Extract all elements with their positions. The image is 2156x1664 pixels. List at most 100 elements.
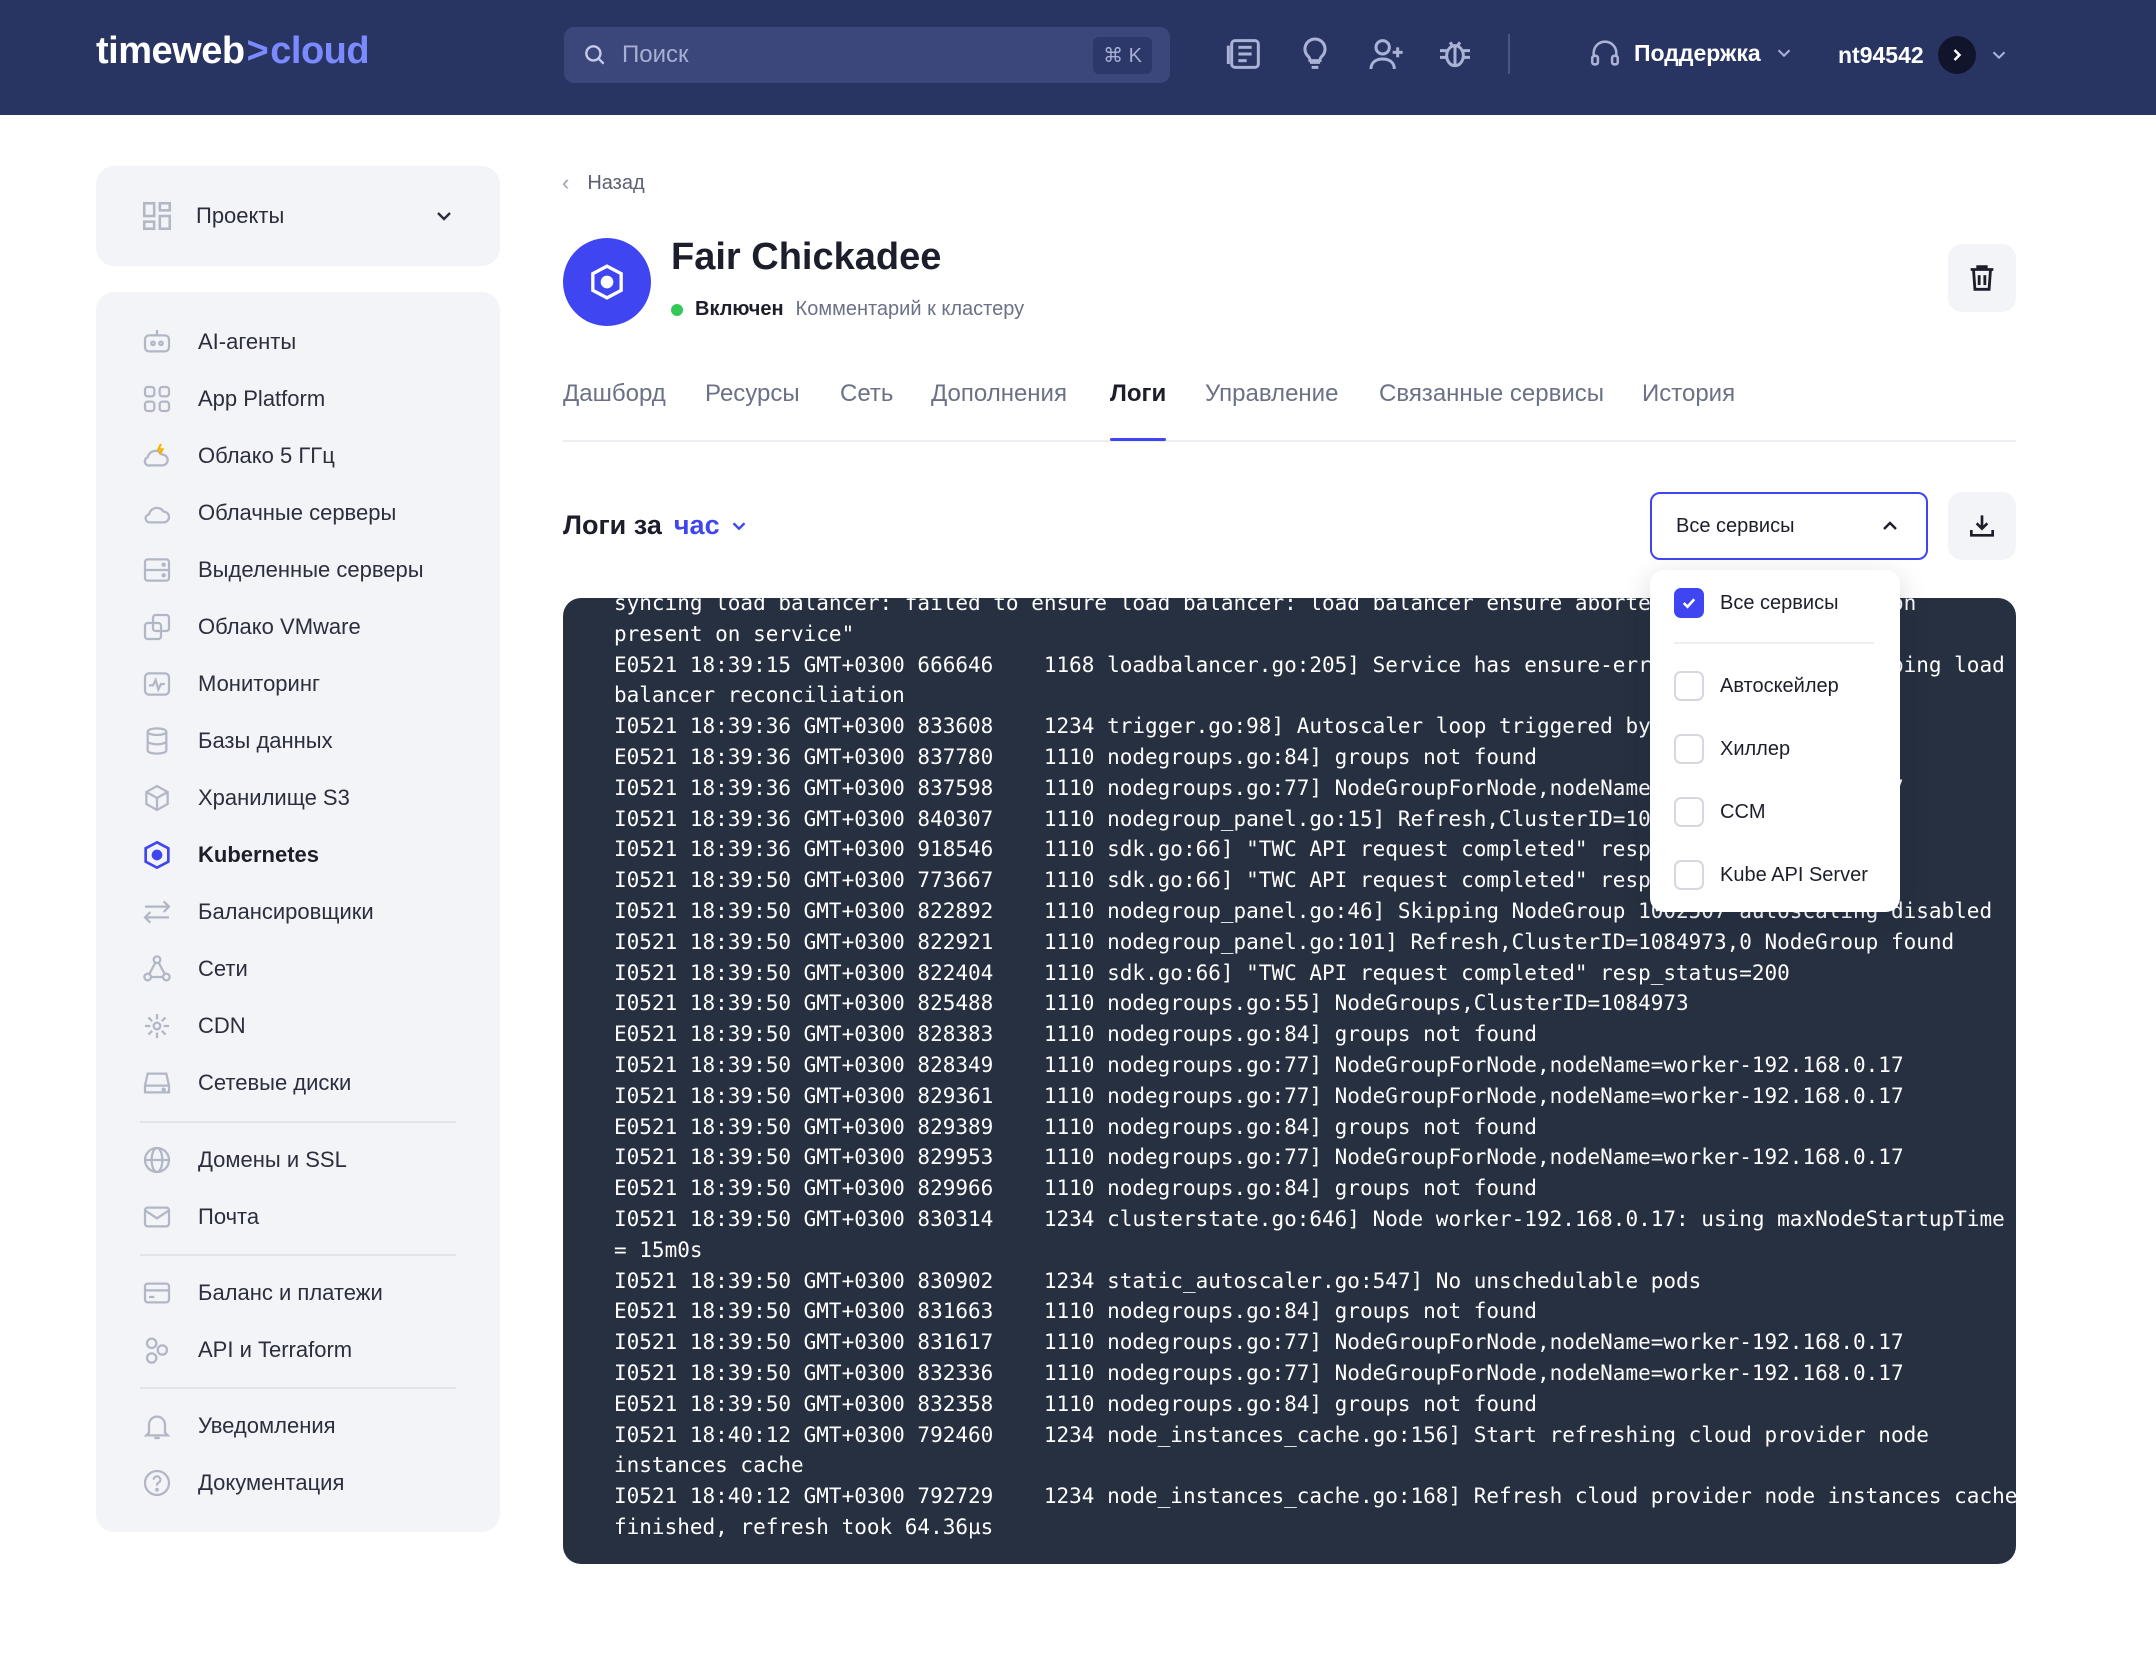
search-icon [585, 45, 605, 65]
active-tab-indicator [1110, 438, 1166, 441]
tab-management[interactable]: Управление [1205, 380, 1338, 408]
sidebar-item-docs[interactable]: Документация [140, 1463, 344, 1503]
sidebar-item-label: Облако VMware [198, 614, 361, 639]
sidebar-item-networks[interactable]: Сети [140, 949, 248, 989]
sidebar-item-domains-ssl[interactable]: Домены и SSL [140, 1140, 347, 1180]
sidebar-item-databases[interactable]: Базы данных [140, 721, 333, 761]
log-line: I0521 18:39:50 GMT+0300 832336 1110 node… [614, 1360, 1904, 1385]
sidebar-item-balancers[interactable]: Балансировщики [140, 892, 374, 932]
log-line: E0521 18:39:50 GMT+0300 829389 1110 node… [614, 1114, 1537, 1139]
help-icon [140, 1466, 174, 1500]
option-healer[interactable]: Хиллер [1674, 734, 1790, 764]
sidebar-item-label: Kubernetes [198, 842, 320, 867]
service-filter-dropdown: Все сервисы Автоскейлер Хиллер CCM Kube … [1650, 570, 1900, 912]
period-selector[interactable]: час [674, 510, 720, 541]
sidebar-item-label: Почта [198, 1204, 260, 1229]
option-label: CCM [1720, 800, 1766, 823]
support-menu[interactable]: Поддержка [1588, 36, 1795, 70]
sidebar-item-kubernetes[interactable]: Kubernetes [140, 835, 319, 875]
sidebar-item-cloud-5ghz[interactable]: Облако 5 ГГц [140, 436, 335, 476]
sidebar-item-label: Хранилище S3 [198, 785, 350, 810]
disk-icon [140, 1066, 174, 1100]
logo-separator: > [246, 30, 269, 72]
bug-icon[interactable] [1435, 34, 1475, 74]
cloud-icon [140, 496, 174, 530]
api-icon [140, 1333, 174, 1367]
sidebar-item-label: Балансировщики [198, 899, 374, 924]
sidebar-item-label: Выделенные серверы [198, 557, 424, 582]
chevron-right-icon [1953, 49, 1961, 61]
sidebar-item-label: API и Terraform [198, 1337, 353, 1362]
trash-icon [1970, 265, 1994, 291]
checkbox-checked-icon [1674, 588, 1704, 618]
tab-related-services[interactable]: Связанные сервисы [1379, 380, 1604, 408]
checkbox-icon [1674, 860, 1704, 890]
sidebar-item-cloud-servers[interactable]: Облачные серверы [140, 493, 396, 533]
sidebar-item-monitoring[interactable]: Мониторинг [140, 664, 320, 704]
sidebar-nav: AI-агенты App Platform Облако 5 ГГц Обла… [96, 292, 500, 1532]
tab-addons[interactable]: Дополнения [931, 380, 1067, 408]
page-title: Fair Chickadee [671, 236, 942, 278]
tab-resources[interactable]: Ресурсы [705, 380, 800, 408]
option-all-services[interactable]: Все сервисы [1674, 588, 1838, 618]
sidebar-item-dedicated-servers[interactable]: Выделенные серверы [140, 550, 424, 590]
kubernetes-icon [591, 264, 623, 300]
sidebar-item-label: Домены и SSL [198, 1147, 347, 1172]
news-icon[interactable] [1225, 34, 1265, 74]
back-link[interactable]: ‹ Назад [562, 170, 645, 196]
projects-selector[interactable]: Проекты [96, 166, 500, 266]
status-dot [671, 303, 683, 316]
sidebar-item-label: CDN [198, 1013, 246, 1038]
add-user-icon[interactable] [1366, 34, 1406, 74]
toolbar-separator [1508, 34, 1510, 74]
sidebar-item-mail[interactable]: Почта [140, 1197, 259, 1237]
option-ccm[interactable]: CCM [1674, 797, 1766, 827]
sidebar-item-billing[interactable]: Баланс и платежи [140, 1273, 383, 1313]
cluster-status: Включен Комментарий к кластеру [671, 298, 1024, 321]
logo[interactable]: timeweb>cloud [96, 30, 370, 73]
checkbox-icon [1674, 671, 1704, 701]
cluster-comment-link[interactable]: Комментарий к кластеру [796, 298, 1025, 321]
sidebar-item-app-platform[interactable]: App Platform [140, 379, 325, 419]
sidebar-item-notifications[interactable]: Уведомления [140, 1406, 336, 1446]
log-line: finished, refresh took 64.36µs [614, 1514, 994, 1539]
sidebar-item-label: Мониторинг [198, 671, 321, 696]
tab-logs[interactable]: Логи [1110, 380, 1166, 408]
sidebar-item-s3-storage[interactable]: Хранилище S3 [140, 778, 350, 818]
database-icon [140, 724, 174, 758]
delete-cluster-button[interactable] [1948, 244, 2016, 312]
option-label: Автоскейлер [1720, 674, 1839, 697]
option-autoscaler[interactable]: Автоскейлер [1674, 671, 1839, 701]
grid-icon [142, 201, 172, 231]
log-line: E0521 18:39:50 GMT+0300 828383 1110 node… [614, 1022, 1537, 1047]
search-input[interactable]: Поиск ⌘ K [564, 27, 1170, 83]
log-line: I0521 18:39:50 GMT+0300 822921 1110 node… [614, 929, 1955, 954]
vmware-icon [140, 610, 174, 644]
balancer-arrows-icon [140, 895, 174, 929]
tab-history[interactable]: История [1642, 380, 1735, 408]
option-kube-api-server[interactable]: Kube API Server [1674, 860, 1868, 890]
globe-icon [140, 1143, 174, 1177]
log-line: E0521 18:39:50 GMT+0300 831663 1110 node… [614, 1299, 1537, 1324]
sidebar-item-ai-agents[interactable]: AI-агенты [140, 322, 296, 362]
logo-main: timeweb [96, 30, 245, 72]
service-filter-select[interactable]: Все сервисы [1650, 492, 1928, 560]
sidebar-item-network-disks[interactable]: Сетевые диски [140, 1063, 351, 1103]
service-filter-value: Все сервисы [1676, 514, 1795, 537]
projects-label: Проекты [196, 203, 285, 228]
sidebar-item-vmware[interactable]: Облако VMware [140, 607, 361, 647]
tab-network[interactable]: Сеть [840, 380, 893, 408]
search-shortcut: ⌘ K [1093, 36, 1152, 74]
log-line: I0521 18:39:50 GMT+0300 825488 1110 node… [614, 991, 1689, 1016]
sidebar-item-api-terraform[interactable]: API и Terraform [140, 1330, 352, 1370]
sidebar-item-cdn[interactable]: CDN [140, 1006, 246, 1046]
download-logs-button[interactable] [1948, 492, 2016, 560]
lightbulb-icon[interactable] [1295, 34, 1335, 74]
sidebar-item-label: App Platform [198, 386, 326, 411]
chevron-down-icon [437, 212, 451, 221]
user-menu[interactable]: nt94542 [1838, 36, 2010, 74]
tab-dashboard[interactable]: Дашборд [563, 380, 666, 408]
sidebar-divider [140, 1254, 456, 1256]
account-arrow-button[interactable] [1937, 36, 1976, 74]
chevron-down-icon[interactable] [728, 515, 750, 537]
